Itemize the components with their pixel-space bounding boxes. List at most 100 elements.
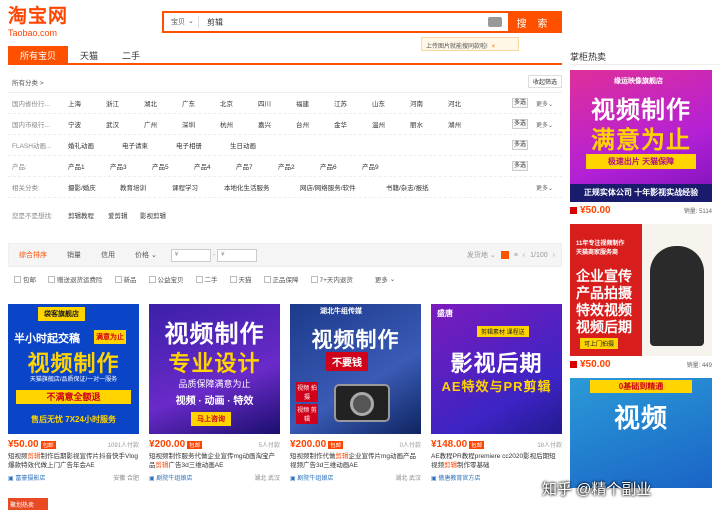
all-categories-link[interactable]: 所有分类 > (8, 77, 44, 87)
filter-option[interactable]: 湖州 (448, 119, 486, 129)
product-title[interactable]: AE教程PR教程premiere cc2020影视后期短视频剪辑制作零基础 (431, 452, 562, 470)
filter-option[interactable]: 河南 (410, 98, 448, 108)
product-card[interactable]: 视频制作 专业设计 品质保障满意为止 视频 · 动画 · 特效 马上咨询 ¥20… (149, 304, 280, 482)
ad-card[interactable]: 0基础到精通 视频 (570, 378, 712, 488)
filter-option[interactable]: 金华 (334, 119, 372, 129)
guess-link[interactable]: 影视剪辑 (140, 210, 180, 220)
ship-from-select[interactable]: 发货地 ⌄ (467, 250, 496, 260)
sort-credit[interactable]: 信用 (91, 250, 125, 260)
filter-option[interactable]: 广东 (182, 98, 220, 108)
shop-link[interactable]: ▣ 傲唐教育官方店 (431, 473, 480, 482)
list-view-icon[interactable]: ≡ (514, 252, 518, 259)
opt-new[interactable]: 新品 (114, 274, 137, 284)
product-card[interactable]: 盛唐 剪辑素材 课程送 影视后期 AE特效与PR剪辑 ¥148.00 包邮 18人付… (431, 304, 562, 482)
checkbox[interactable] (148, 275, 156, 283)
filter-option[interactable]: 产品9 (362, 161, 404, 171)
filter-option[interactable]: 山东 (372, 98, 410, 108)
product-image[interactable]: 湖北牛组传媒 视频制作 不要钱 视频 拍摄 视频 剪辑 (290, 304, 421, 434)
guess-link[interactable]: 爱剪辑 (108, 210, 140, 220)
filter-option[interactable]: 湖北 (144, 98, 182, 108)
filter-option[interactable]: 摄影/婚庆 (68, 182, 120, 192)
product-image[interactable]: 盛唐 剪辑素材 课程送 影视后期 AE特效与PR剪辑 (431, 304, 562, 434)
collapse-filter-button[interactable]: 收起筛选 (527, 75, 562, 88)
tab-all[interactable]: 所有宝贝 (8, 46, 69, 63)
checkbox[interactable] (114, 275, 122, 283)
filter-option[interactable]: 浙江 (106, 98, 144, 108)
opt-7day-return[interactable]: 7+天内退货 (310, 274, 353, 284)
product-title[interactable]: 短视频制作代做剪辑企业宣传片mg动画产品视频广告3d三维动画AE (290, 452, 421, 470)
guess-link[interactable]: 剪辑教程 (68, 210, 108, 220)
checkbox[interactable] (14, 275, 21, 283)
camera-icon[interactable] (488, 17, 502, 27)
filter-option[interactable]: 电子请柬 (122, 140, 176, 150)
filter-option[interactable]: 四川 (258, 98, 296, 108)
filter-option[interactable]: 北京 (220, 98, 258, 108)
multi-select-button[interactable]: 多选 (512, 98, 528, 108)
filter-option[interactable]: 课程学习 (172, 182, 224, 192)
tab-secondhand[interactable]: 二手 (110, 46, 152, 63)
more-button[interactable]: 更多⌄ (536, 183, 562, 192)
checkbox[interactable] (310, 275, 318, 283)
checkbox[interactable] (263, 275, 271, 283)
sort-sales[interactable]: 销量 (57, 250, 91, 260)
product-image[interactable]: 视频制作 专业设计 品质保障满意为止 视频 · 动画 · 特效 马上咨询 (149, 304, 280, 434)
checkbox[interactable] (195, 275, 203, 283)
filter-option[interactable]: 书籍/杂志/报纸 (386, 182, 456, 192)
search-input[interactable]: 剪辑 (199, 13, 488, 31)
filter-option[interactable]: 婚礼动画 (68, 140, 122, 150)
search-button[interactable]: 搜 索 (508, 13, 560, 31)
filter-option[interactable]: 产品2 (278, 161, 320, 171)
product-image[interactable]: 袋客旗舰店 半小时起交稿 满意为止 视频制作 天猫旗舰店/品质保证/一对一服务 … (8, 304, 139, 434)
ad-image[interactable]: 缘运映像旗舰店 视频制作 满意为止 极速出片 天猫保障 正规实体公司 十年影视实… (570, 70, 712, 202)
filter-option[interactable]: 网店/网络服务/软件 (300, 182, 386, 192)
filter-option[interactable]: 产品7 (236, 161, 278, 171)
filter-option[interactable]: 温州 (372, 119, 410, 129)
more-button[interactable]: 更多⌄ (536, 120, 562, 129)
product-card[interactable]: 湖北牛组传媒 视频制作 不要钱 视频 拍摄 视频 剪辑 ¥200.00 包邮 0人付… (290, 304, 421, 482)
sort-default[interactable]: 综合排序 (9, 250, 57, 260)
filter-option[interactable]: 江苏 (334, 98, 372, 108)
filter-option[interactable]: 深圳 (182, 119, 220, 129)
filter-option[interactable]: 嘉兴 (258, 119, 296, 129)
filter-option[interactable]: 广州 (144, 119, 182, 129)
grid-view-icon[interactable] (500, 251, 509, 259)
checkbox[interactable] (48, 275, 55, 283)
price-min-input[interactable]: ¥ (170, 248, 211, 262)
next-page-icon[interactable]: › (553, 252, 555, 259)
filter-option[interactable]: 武汉 (106, 119, 144, 129)
filter-option[interactable]: 电子相册 (176, 140, 230, 150)
checkbox[interactable] (229, 275, 237, 283)
ad-image[interactable]: 0基础到精通 视频 (570, 378, 712, 488)
opt-charity[interactable]: 公益宝贝 (148, 274, 184, 284)
shop-link[interactable]: ▣ 剧院牛组娘店 (290, 473, 333, 482)
sort-price[interactable]: 价格 ⌄ (125, 250, 167, 260)
filter-option[interactable]: 本地化生活服务 (224, 182, 300, 192)
ad-card[interactable]: 11年专注视频制作 天猫商家服务商 企业宣传 产品拍摄 特效视频 视频后期 可上… (570, 224, 712, 370)
filter-option[interactable]: 丽水 (410, 119, 448, 129)
filter-option[interactable]: 台州 (296, 119, 334, 129)
taobao-logo[interactable]: 淘宝网 Taobao.com (8, 6, 68, 38)
multi-select-button[interactable]: 多选 (512, 161, 528, 171)
filter-option[interactable]: 河北 (448, 98, 486, 108)
filter-option[interactable]: 产品4 (194, 161, 236, 171)
price-max-input[interactable]: ¥ (217, 248, 258, 262)
filter-option[interactable]: 产品1 (68, 161, 110, 171)
product-card[interactable]: 袋客旗舰店 半小时起交稿 满意为止 视频制作 天猫旗舰店/品质保证/一对一服务 … (8, 304, 139, 482)
multi-select-button[interactable]: 多选 (512, 119, 528, 129)
filter-option[interactable]: 上海 (68, 98, 106, 108)
filter-option[interactable]: 宁波 (68, 119, 106, 129)
product-title[interactable]: 短视频制作服务代做企业宣传mg动画淘宝产品剪辑广告3d三维动画AE (149, 452, 280, 470)
tab-tmall[interactable]: 天猫 (68, 46, 110, 63)
filter-option[interactable]: 杭州 (220, 119, 258, 129)
prev-page-icon[interactable]: ‹ (523, 252, 525, 259)
more-button[interactable]: 更多⌄ (536, 99, 562, 108)
filter-option[interactable]: 产品3 (110, 161, 152, 171)
multi-select-button[interactable]: 多选 (512, 140, 528, 150)
filter-option[interactable]: 福建 (296, 98, 334, 108)
opt-genuine[interactable]: 正品保障 (263, 274, 299, 284)
filter-option[interactable]: 教育培训 (120, 182, 172, 192)
filter-option[interactable]: 产品6 (320, 161, 362, 171)
shop-link[interactable]: ▣ 剧院牛组娘店 (149, 473, 192, 482)
ad-card[interactable]: 缘运映像旗舰店 视频制作 满意为止 极速出片 天猫保障 正规实体公司 十年影视实… (570, 70, 712, 216)
shop-link[interactable]: ▣ 富豪摄影店 (8, 473, 45, 482)
